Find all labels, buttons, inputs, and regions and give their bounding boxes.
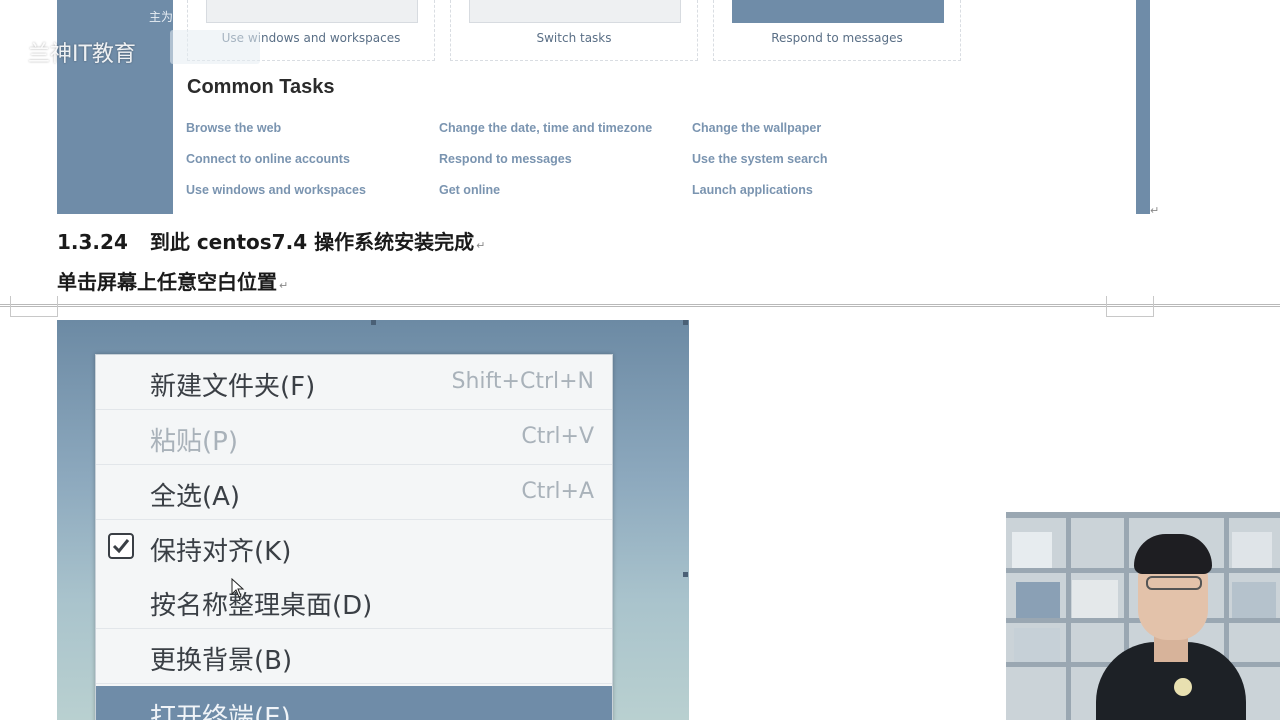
- link-respond-messages[interactable]: Respond to messages: [439, 152, 572, 166]
- link-launch-apps[interactable]: Launch applications: [692, 183, 813, 197]
- mouse-cursor-icon: [231, 578, 245, 598]
- link-change-wallpaper[interactable]: Change the wallpaper: [692, 121, 821, 135]
- link-online-accounts[interactable]: Connect to online accounts: [186, 152, 350, 166]
- desktop-screenshot: 新建文件夹(F) Shift+Ctrl+N 粘贴(P) Ctrl+V 全选(A)…: [57, 320, 689, 720]
- resize-handle[interactable]: [683, 320, 688, 325]
- card-thumbnail: [206, 0, 418, 23]
- menu-item-label: 打开终端(E): [150, 703, 291, 720]
- card-thumbnail: [732, 0, 944, 23]
- paragraph-mark: ↵: [1150, 204, 1160, 217]
- checkbox-checked-icon[interactable]: [108, 533, 134, 559]
- help-card-messages[interactable]: Respond to messages: [713, 0, 961, 61]
- webcam-overlay: [1006, 512, 1280, 720]
- page-divider: [0, 304, 1280, 305]
- instruction-label: 单击屏幕上任意空白位置: [57, 270, 277, 294]
- link-windows-workspaces[interactable]: Use windows and workspaces: [186, 183, 366, 197]
- menu-item-shortcut: Ctrl+V: [521, 424, 594, 449]
- card-caption: Switch tasks: [536, 31, 612, 45]
- card-thumbnail: [469, 0, 681, 23]
- menu-item-select-all[interactable]: 全选(A) Ctrl+A: [96, 465, 612, 520]
- menu-item-label: 粘贴(P): [150, 427, 238, 457]
- menu-item-shortcut: Ctrl+A: [521, 479, 594, 504]
- instruction-text: 单击屏幕上任意空白位置 ↵: [57, 266, 288, 295]
- menu-item-label: 更换背景(B): [150, 646, 293, 676]
- paragraph-mark: ↵: [476, 239, 486, 252]
- card-caption: Respond to messages: [771, 31, 903, 45]
- menu-item-open-terminal[interactable]: 打开终端(E): [96, 686, 612, 720]
- page-corner-left: [10, 296, 58, 317]
- menu-item-label: 新建文件夹(F): [150, 372, 316, 402]
- context-menu: 新建文件夹(F) Shift+Ctrl+N 粘贴(P) Ctrl+V 全选(A)…: [95, 354, 613, 720]
- page-corner-right: [1106, 296, 1154, 317]
- menu-item-keep-aligned[interactable]: 保持对齐(K): [96, 520, 612, 574]
- link-browse-web[interactable]: Browse the web: [186, 121, 281, 135]
- watermark: 兰神IT教育: [28, 42, 136, 67]
- watermark-logo: [170, 30, 260, 64]
- help-scrollbar[interactable]: [1136, 0, 1150, 214]
- menu-item-change-background[interactable]: 更换背景(B): [96, 629, 612, 684]
- microphone-icon: [1174, 678, 1192, 696]
- resize-handle[interactable]: [371, 320, 376, 325]
- link-change-date[interactable]: Change the date, time and timezone: [439, 121, 652, 135]
- section-heading: 1.3.24 到此 centos7.4 操作系统安装完成 ↵: [57, 226, 485, 255]
- help-sidebar: [57, 0, 173, 214]
- link-get-online[interactable]: Get online: [439, 183, 500, 197]
- menu-item-label: 全选(A): [150, 482, 241, 512]
- common-tasks-title: Common Tasks: [187, 76, 335, 98]
- menu-item-label: 保持对齐(K): [150, 537, 292, 567]
- resize-handle[interactable]: [683, 572, 688, 577]
- heading-text: 到此 centos7.4 操作系统安装完成: [149, 230, 475, 254]
- sidebar-text: 主为: [149, 10, 174, 24]
- menu-item-paste[interactable]: 粘贴(P) Ctrl+V: [96, 410, 612, 465]
- menu-item-label: 按名称整理桌面(D): [150, 591, 373, 621]
- menu-item-shortcut: Shift+Ctrl+N: [451, 369, 594, 394]
- help-card-switch-tasks[interactable]: Switch tasks: [450, 0, 698, 61]
- menu-item-new-folder[interactable]: 新建文件夹(F) Shift+Ctrl+N: [96, 355, 612, 410]
- link-system-search[interactable]: Use the system search: [692, 152, 828, 166]
- paragraph-mark: ↵: [279, 279, 289, 292]
- heading-number: 1.3.24: [57, 230, 128, 254]
- menu-item-arrange-by-name[interactable]: 按名称整理桌面(D): [96, 574, 612, 629]
- page-divider: [0, 306, 1280, 307]
